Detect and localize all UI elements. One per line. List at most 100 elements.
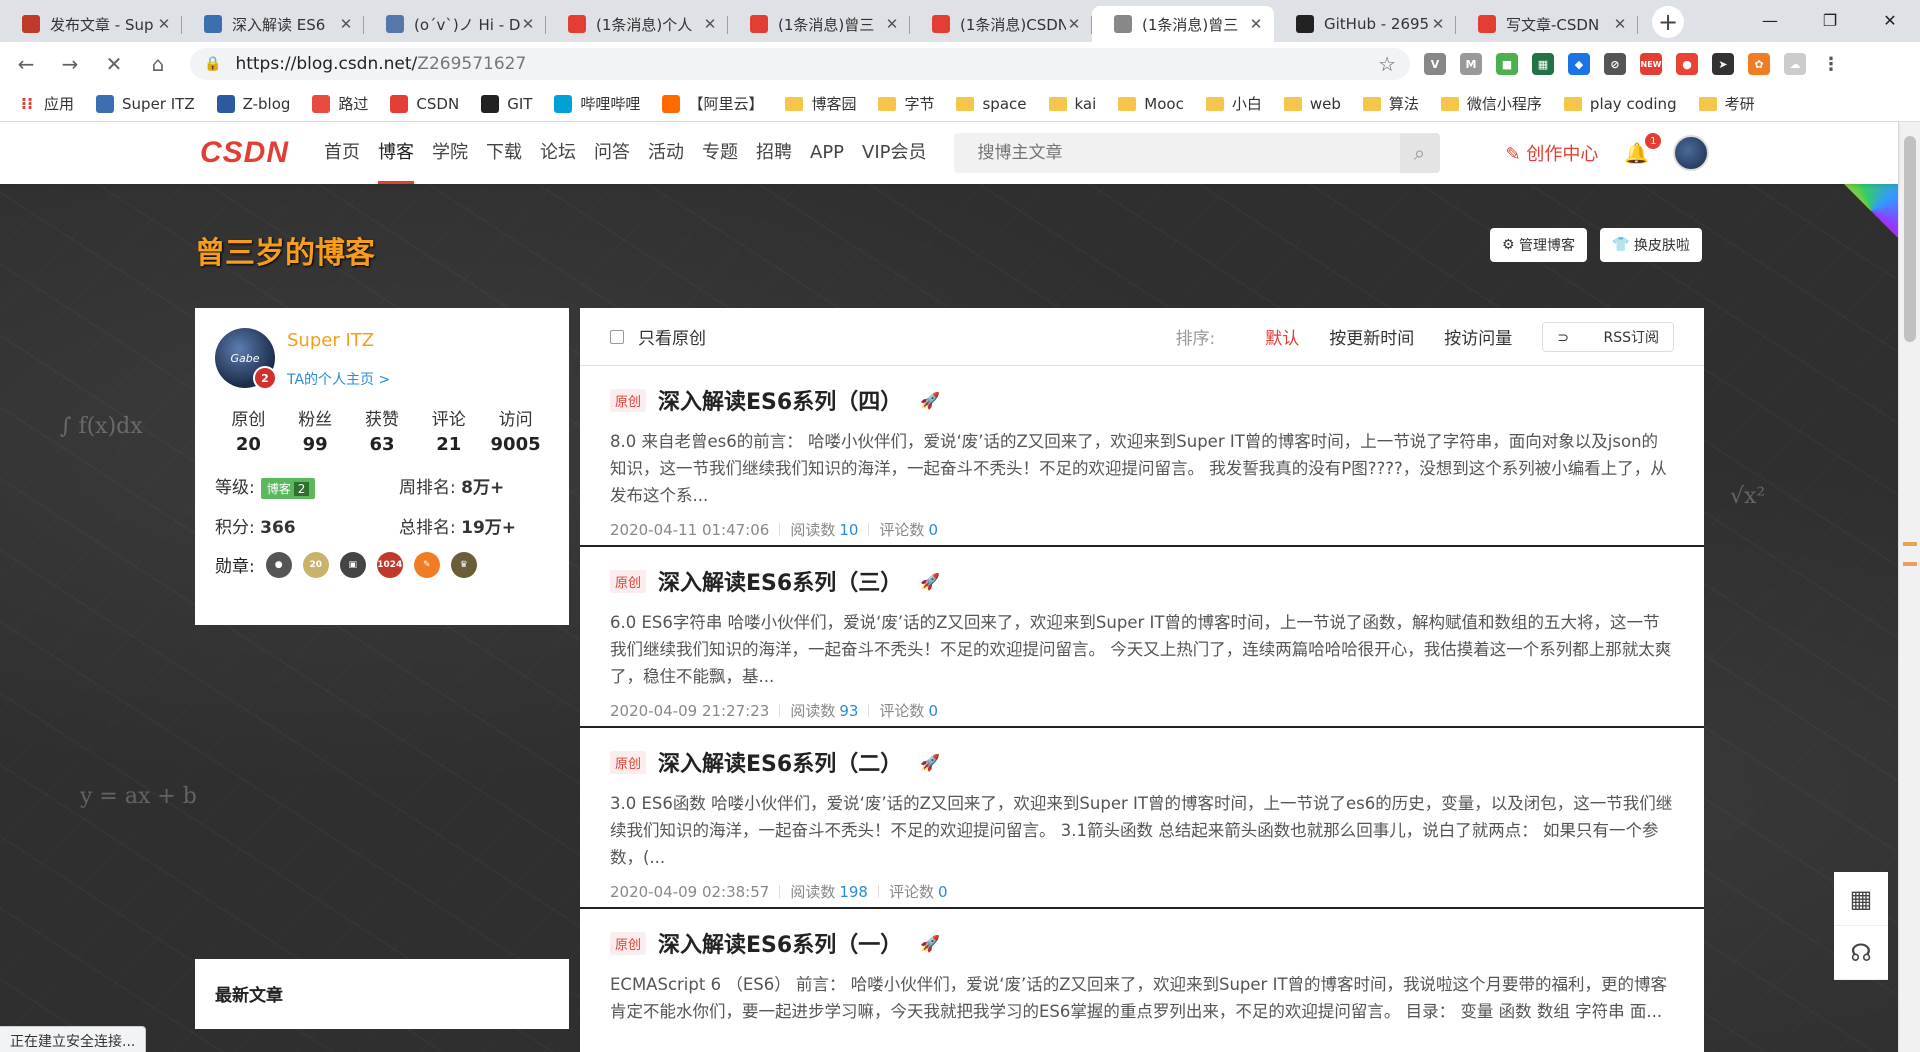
bookmark-folder[interactable]: 小白 — [1205, 93, 1262, 114]
bookmark-folder[interactable]: space — [956, 95, 1027, 113]
nav-link[interactable]: 论坛 — [531, 122, 585, 184]
extension-map-pin-icon[interactable]: ● — [1676, 53, 1698, 75]
extension-new-icon[interactable]: NEW — [1640, 53, 1662, 75]
close-tab-icon[interactable]: ✕ — [702, 15, 718, 33]
bookmark-item[interactable]: 哔哩哔哩 — [554, 93, 640, 114]
article-item[interactable]: 原创 深入解读ES6系列（二） 🚀 3.0 ES6函数 哈喽小伙伴们，爱说‘废’话的Z… — [580, 728, 1704, 909]
bookmark-item[interactable]: Z-blog — [216, 94, 290, 113]
article-title[interactable]: 深入解读ES6系列（三） — [658, 565, 902, 597]
lock-icon[interactable]: 🔒 — [204, 56, 221, 72]
notification-bell-icon[interactable]: 🔔 1 — [1624, 133, 1662, 165]
github-medal-icon[interactable]: ● — [265, 551, 292, 578]
bookmark-item[interactable]: GIT — [481, 94, 532, 113]
badge-medal-icon[interactable]: ▣ — [339, 551, 366, 578]
search-input[interactable] — [953, 133, 1400, 173]
rss-button[interactable]: ⊃ RSS订阅 — [1542, 321, 1674, 352]
page-scrollbar[interactable] — [1898, 122, 1920, 1052]
profile-home-link[interactable]: TA的个人主页 > — [287, 369, 390, 389]
sort-by-views[interactable]: 按访问量 — [1444, 324, 1512, 349]
bookmark-folder[interactable]: kai — [1048, 95, 1096, 113]
menu-icon[interactable]: ⋮ — [1820, 53, 1842, 75]
create-center-link[interactable]: ✎ 创作中心 — [1506, 140, 1599, 166]
change-skin-button[interactable]: 👕 换皮肤啦 — [1600, 228, 1702, 262]
nav-link[interactable]: 问答 — [585, 122, 639, 184]
nav-link[interactable]: 学院 — [423, 122, 477, 184]
bookmark-folder[interactable]: play coding — [1563, 95, 1677, 113]
close-tab-icon[interactable]: ✕ — [156, 15, 172, 33]
article-title[interactable]: 深入解读ES6系列（二） — [658, 746, 902, 778]
browser-tab[interactable]: (1条消息)曾三 ✕ — [1092, 6, 1274, 42]
bookmark-item[interactable]: ⁝⁝ 应用 — [18, 93, 74, 114]
address-bar[interactable]: 🔒 https://blog.csdn.net/Z269571627 ☆ — [190, 48, 1410, 80]
article-item[interactable]: 原创 深入解读ES6系列（一） 🚀 ECMAScript 6 （ES6） 前言： 哈喽… — [580, 909, 1704, 1052]
scrollbar-thumb[interactable] — [1904, 136, 1916, 342]
user-avatar[interactable] — [1673, 135, 1710, 171]
forward-icon[interactable]: → — [52, 46, 88, 82]
nav-link[interactable]: 下载 — [477, 122, 531, 184]
nav-link[interactable]: VIP会员 — [853, 122, 935, 184]
extension-cursor-icon[interactable]: ➤ — [1712, 53, 1734, 75]
blog-title[interactable]: 曾三岁的博客 — [195, 228, 375, 272]
extension-orange-icon[interactable]: ✿ — [1748, 53, 1770, 75]
crown-medal-icon[interactable]: ♛ — [450, 551, 477, 578]
manage-blog-button[interactable]: ⚙ 管理博客 — [1490, 228, 1588, 262]
article-item[interactable]: 原创 深入解读ES6系列（四） 🚀 8.0 来自老曾es6的前言： 哈喽小伙伴们，爱说… — [580, 366, 1704, 547]
close-tab-icon[interactable]: ✕ — [1066, 15, 1082, 33]
browser-tab[interactable]: (1条消息)CSDN ✕ — [910, 6, 1092, 42]
browser-tab[interactable]: 深入解读 ES6 ✕ — [182, 6, 364, 42]
stop-loading-icon[interactable]: ✕ — [96, 46, 132, 82]
close-tab-icon[interactable]: ✕ — [1248, 15, 1264, 33]
20-medal-icon[interactable]: 20 — [302, 551, 329, 578]
sort-by-update[interactable]: 按更新时间 — [1329, 324, 1414, 349]
customer-service-icon[interactable]: ☊ — [1834, 926, 1888, 980]
minimize-icon[interactable]: — — [1740, 0, 1800, 40]
extension-block-icon[interactable]: ⊘ — [1604, 53, 1626, 75]
only-original-label[interactable]: 只看原创 — [638, 324, 706, 349]
nav-link[interactable]: 专题 — [693, 122, 747, 184]
browser-tab[interactable]: 写文章-CSDN ✕ — [1456, 6, 1638, 42]
profile-avatar[interactable]: Gabe 2 — [215, 328, 277, 390]
bookmark-folder[interactable]: 博客园 — [785, 93, 856, 114]
browser-tab[interactable]: (o´v`)ノ Hi - D ✕ — [364, 6, 546, 42]
back-icon[interactable]: ← — [8, 46, 44, 82]
nav-link[interactable]: APP — [801, 122, 853, 184]
home-icon[interactable]: ⌂ — [140, 46, 176, 82]
browser-tab[interactable]: (1条消息)个人 ✕ — [546, 6, 728, 42]
bookmark-item[interactable]: 【阿里云】 — [662, 93, 763, 114]
close-tab-icon[interactable]: ✕ — [520, 15, 536, 33]
browser-tab[interactable]: (1条消息)曾三 ✕ — [728, 6, 910, 42]
article-summary[interactable]: ECMAScript 6 （ES6） 前言： 哈喽小伙伴们，爱说‘废’话的Z又回… — [610, 971, 1674, 1052]
nav-link[interactable]: 招聘 — [747, 122, 801, 184]
sort-default[interactable]: 默认 — [1265, 324, 1299, 349]
search-icon[interactable]: ⌕ — [1399, 133, 1440, 173]
maximize-icon[interactable]: ❐ — [1800, 0, 1860, 40]
browser-tab[interactable]: GitHub - 2695 ✕ — [1274, 6, 1456, 42]
new-tab-icon[interactable]: + — [1652, 6, 1684, 38]
bookmark-folder[interactable]: web — [1283, 95, 1341, 113]
bookmark-folder[interactable]: 微信小程序 — [1440, 93, 1542, 114]
bookmark-item[interactable]: 路过 — [312, 93, 368, 114]
extension-box-icon[interactable]: ◆ — [1568, 53, 1590, 75]
csdn-logo[interactable]: CSDN — [200, 136, 289, 170]
pen-medal-icon[interactable]: ✎ — [413, 551, 440, 578]
bookmark-item[interactable]: CSDN — [390, 94, 459, 113]
skin-corner-ribbon[interactable] — [1844, 184, 1898, 238]
extension-mail-icon[interactable]: M — [1460, 53, 1482, 75]
article-title[interactable]: 深入解读ES6系列（四） — [658, 384, 902, 416]
1024-medal-icon[interactable]: 1024 — [376, 551, 403, 578]
close-window-icon[interactable]: ✕ — [1860, 0, 1920, 40]
nav-link[interactable]: 首页 — [315, 122, 369, 184]
close-tab-icon[interactable]: ✕ — [884, 15, 900, 33]
extension-color-icon[interactable]: ■ — [1496, 53, 1518, 75]
extension-sheet-icon[interactable]: ▦ — [1532, 53, 1554, 75]
bookmark-folder[interactable]: 考研 — [1698, 93, 1755, 114]
extension-weather-icon[interactable]: ☁ — [1784, 53, 1806, 75]
qr-code-icon[interactable]: ▦ — [1834, 872, 1888, 926]
bookmark-star-icon[interactable]: ☆ — [1378, 52, 1396, 76]
nav-link[interactable]: 活动 — [639, 122, 693, 184]
profile-name[interactable]: Super ITZ — [287, 330, 390, 351]
article-title[interactable]: 深入解读ES6系列（一） — [658, 927, 902, 959]
article-item[interactable]: 原创 深入解读ES6系列（三） 🚀 6.0 ES6字符串 哈喽小伙伴们，爱说‘废’话的… — [580, 547, 1704, 728]
article-summary[interactable]: 8.0 来自老曾es6的前言： 哈喽小伙伴们，爱说‘废’话的Z又回来了，欢迎来到… — [610, 428, 1674, 509]
only-original-checkbox[interactable] — [610, 329, 624, 344]
